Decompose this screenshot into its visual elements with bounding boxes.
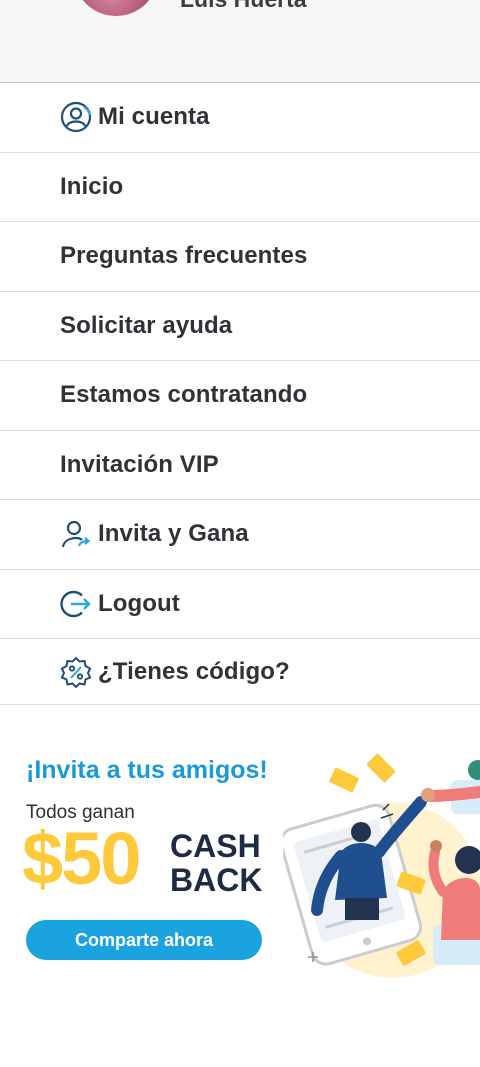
promo-cash-text: CASH	[170, 828, 261, 864]
menu-label: Mi cuenta	[98, 103, 210, 131]
menu-item-estamos-contratando[interactable]: Estamos contratando	[0, 361, 480, 431]
menu-item-invita-y-gana[interactable]: Invita y Gana	[0, 500, 480, 570]
menu-item-preguntas-frecuentes[interactable]: Preguntas frecuentes	[0, 222, 480, 292]
avatar[interactable]	[75, 0, 157, 16]
menu-label: Solicitar ayuda	[60, 311, 233, 339]
menu-item-invitacion-vip[interactable]: Invitación VIP	[0, 431, 480, 500]
user-name: Luis Huerta	[180, 0, 307, 13]
user-circle-icon	[60, 101, 92, 133]
menu-label: Logout	[98, 589, 180, 617]
user-share-icon	[60, 518, 92, 550]
referral-promo-banner[interactable]: ¡Invita a tus amigos! Todos ganan $50 CA…	[0, 730, 480, 990]
menu-label: Inicio	[60, 172, 124, 200]
menu-item-tienes-codigo[interactable]: ¿Tienes código?	[0, 639, 480, 705]
promo-title: ¡Invita a tus amigos!	[26, 756, 268, 784]
promo-back-text: BACK	[170, 862, 263, 898]
menu-label: ¿Tienes código?	[98, 657, 290, 685]
menu-label: Preguntas frecuentes	[60, 242, 308, 270]
menu-item-solicitar-ayuda[interactable]: Solicitar ayuda	[0, 292, 480, 361]
menu-item-inicio[interactable]: Inicio	[0, 153, 480, 222]
menu-label: Invitación VIP	[60, 450, 219, 478]
share-now-button[interactable]: Comparte ahora	[26, 920, 262, 960]
logout-icon	[60, 588, 92, 620]
discount-badge-icon	[60, 656, 92, 688]
drawer-menu: Mi cuenta Inicio Preguntas frecuentes So…	[0, 83, 480, 705]
menu-item-mi-cuenta[interactable]: Mi cuenta	[0, 83, 480, 153]
high-five-illustration	[283, 753, 480, 978]
drawer-header: Luis Huerta	[0, 0, 480, 83]
menu-label: Invita y Gana	[98, 520, 249, 548]
menu-item-logout[interactable]: Logout	[0, 570, 480, 639]
menu-label: Estamos contratando	[60, 381, 308, 409]
promo-amount: $50	[22, 817, 141, 900]
